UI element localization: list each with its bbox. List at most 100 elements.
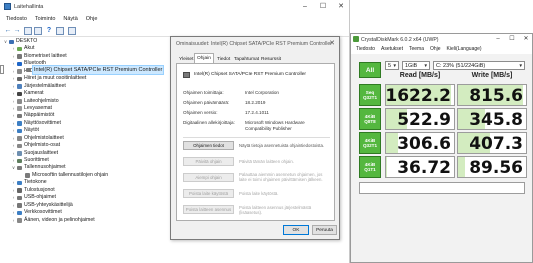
tree-item[interactable]: › Kamerat — [0, 90, 176, 97]
scan-hardware-icon[interactable] — [68, 27, 76, 35]
expand-chevron-icon[interactable]: › — [11, 187, 16, 194]
tree-item[interactable]: ∨ DESKTO — [0, 38, 176, 45]
tree-item[interactable]: › Verkkosovittimet — [0, 209, 176, 216]
collapse-chevron-icon[interactable]: ∨ — [3, 38, 8, 45]
chevron-down-icon: ▼ — [392, 63, 397, 68]
expand-chevron-icon[interactable]: › — [11, 202, 16, 209]
update-driver-button[interactable]: Päivitä ohjain — [183, 157, 234, 166]
tree-item[interactable]: › Näppäimistöt — [0, 112, 176, 119]
expand-chevron-icon[interactable]: › — [11, 217, 16, 224]
write-result-value: 345.8 — [469, 110, 523, 130]
cdm-maximize-button[interactable]: ☐ — [505, 34, 519, 45]
view-pane-icon[interactable] — [56, 27, 64, 35]
expand-chevron-icon[interactable]: › — [11, 83, 16, 90]
menu-file[interactable]: Tiedosto — [0, 14, 31, 24]
run-all-button[interactable]: All — [359, 62, 381, 78]
expand-chevron-icon[interactable]: › — [11, 150, 16, 157]
tree-item[interactable]: › Levyasemat — [0, 105, 176, 112]
test-count-select[interactable]: 5 ▼ — [385, 61, 399, 70]
cdm-menu-file[interactable]: Tiedosto — [351, 45, 378, 54]
expand-chevron-icon[interactable]: › — [11, 90, 16, 97]
device-manager-app-icon — [4, 3, 11, 10]
expand-chevron-icon[interactable]: › — [11, 60, 16, 67]
expand-chevron-icon[interactable]: › — [11, 194, 16, 201]
cdm-menu-settings[interactable]: Asetukset — [378, 45, 406, 54]
close-button[interactable]: ✕ — [332, 0, 350, 14]
tab-resources[interactable]: Resurssit — [258, 54, 284, 63]
test-button[interactable]: Seq Q32T1 — [359, 84, 381, 106]
tree-item[interactable]: Intel(R) Chipset SATA/PCIe RST Premium C… — [0, 65, 165, 75]
device-category-icon — [17, 54, 22, 59]
tree-item[interactable]: › Suorittimet — [0, 157, 176, 164]
tree-item[interactable]: › Hiiret ja muut osoitinlaitteet — [0, 75, 176, 82]
tree-item[interactable]: › Laiteohjelmisto — [0, 98, 176, 105]
tree-item[interactable]: › USB-ohjaimet — [0, 194, 176, 201]
expand-chevron-icon[interactable]: › — [11, 142, 16, 149]
cdm-menu-help[interactable]: Ohje — [427, 45, 444, 54]
expand-chevron-icon[interactable]: › — [11, 209, 16, 216]
roll-back-driver-button[interactable]: Aiempi ohjain — [183, 173, 234, 182]
back-arrow-icon[interactable]: ← — [4, 27, 12, 35]
tree-item[interactable]: › Ohjelmisto-osat — [0, 142, 176, 149]
expand-chevron-icon[interactable]: › — [11, 120, 16, 127]
expand-chevron-icon[interactable]: › — [11, 135, 16, 142]
tree-item[interactable]: › Tietokone — [0, 179, 176, 186]
expand-chevron-icon[interactable]: › — [11, 75, 16, 82]
tree-item[interactable]: Microsoftin tallennustilojen ohjain — [0, 172, 176, 179]
menu-action[interactable]: Toiminto — [31, 14, 59, 24]
cdm-close-button[interactable]: ✕ — [519, 34, 533, 45]
read-result-bar — [386, 157, 388, 177]
expand-chevron-icon[interactable]: › — [11, 127, 16, 134]
driver-details-desc: Näytä tietoja asennetuista ohjaintiedost… — [239, 143, 325, 148]
tree-item[interactable]: › Ohjelmistolaitteet — [0, 135, 176, 142]
expand-chevron-icon[interactable]: › — [11, 112, 16, 119]
tree-item[interactable]: › Näytöt — [0, 127, 176, 134]
tree-item[interactable]: › Näyttösovittimet — [0, 120, 176, 127]
expand-chevron-icon[interactable]: › — [11, 98, 16, 105]
tree-item[interactable]: › USB-yhteyskäsittelijä — [0, 202, 176, 209]
tree-item[interactable]: › Äänen, videon ja pelinohjaimet — [0, 217, 176, 224]
minimize-button[interactable]: – — [296, 0, 314, 14]
tree-item[interactable]: › Biometriset laitteet — [0, 53, 176, 60]
read-result-value: 1622.2 — [385, 86, 451, 106]
help-icon[interactable]: ? — [45, 27, 53, 35]
details-icon[interactable] — [34, 27, 42, 35]
test-button[interactable]: 4KiB Q8T8 — [359, 108, 381, 130]
cdm-menu-language[interactable]: Kieli(Language) — [444, 45, 485, 54]
tab-driver[interactable]: Ohjain — [194, 53, 214, 63]
expand-chevron-icon[interactable]: › — [11, 53, 16, 60]
tree-item[interactable]: › Tulostusjonot — [0, 187, 176, 194]
tree-item[interactable]: › Akut — [0, 45, 176, 52]
drive-select[interactable]: C: 23% (51/224GiB) ▼ — [433, 61, 525, 70]
maximize-button[interactable]: ☐ — [314, 0, 332, 14]
expand-chevron-icon[interactable]: › — [11, 179, 16, 186]
dialog-close-icon[interactable]: ✕ — [329, 39, 335, 47]
ok-button[interactable]: OK — [283, 225, 309, 235]
expand-chevron-icon[interactable]: › — [11, 68, 16, 75]
cdm-minimize-button[interactable]: – — [491, 34, 505, 45]
driver-details-button[interactable]: Ohjaimen tiedot — [183, 141, 234, 150]
divider — [183, 137, 330, 138]
tree-item-label: Tietokone — [24, 179, 47, 186]
menu-view[interactable]: Näytä — [59, 14, 81, 24]
tree-item[interactable]: › Suojauslaitteet — [0, 150, 176, 157]
expand-chevron-icon[interactable]: › — [11, 45, 16, 52]
test-button[interactable]: 4KiB Q1T1 — [359, 156, 381, 178]
tree-item[interactable]: ∨ Tallennusohjaimet — [0, 164, 176, 171]
disable-device-button[interactable]: Poista laite käytöstä — [183, 189, 234, 198]
cancel-button[interactable]: Peruuta — [312, 225, 337, 235]
cdm-menu-theme[interactable]: Teema — [406, 45, 427, 54]
tree-item[interactable]: › Järjestelmälaitteet — [0, 83, 176, 90]
collapse-chevron-icon[interactable]: ∨ — [11, 164, 16, 171]
test-button[interactable]: 4KiB Q32T1 — [359, 132, 381, 154]
forward-arrow-icon[interactable]: → — [13, 27, 21, 35]
expand-chevron-icon[interactable]: › — [11, 157, 16, 164]
expand-chevron-icon[interactable]: › — [11, 105, 16, 112]
properties-icon[interactable] — [24, 27, 32, 35]
comment-field[interactable] — [359, 182, 525, 194]
menu-help[interactable]: Ohje — [82, 14, 102, 24]
test-size-select[interactable]: 1GiB ▼ — [402, 61, 430, 70]
device-category-icon — [25, 173, 30, 178]
uninstall-device-button[interactable]: Poista laitteen asennus — [183, 205, 234, 214]
device-category-icon — [17, 188, 22, 193]
